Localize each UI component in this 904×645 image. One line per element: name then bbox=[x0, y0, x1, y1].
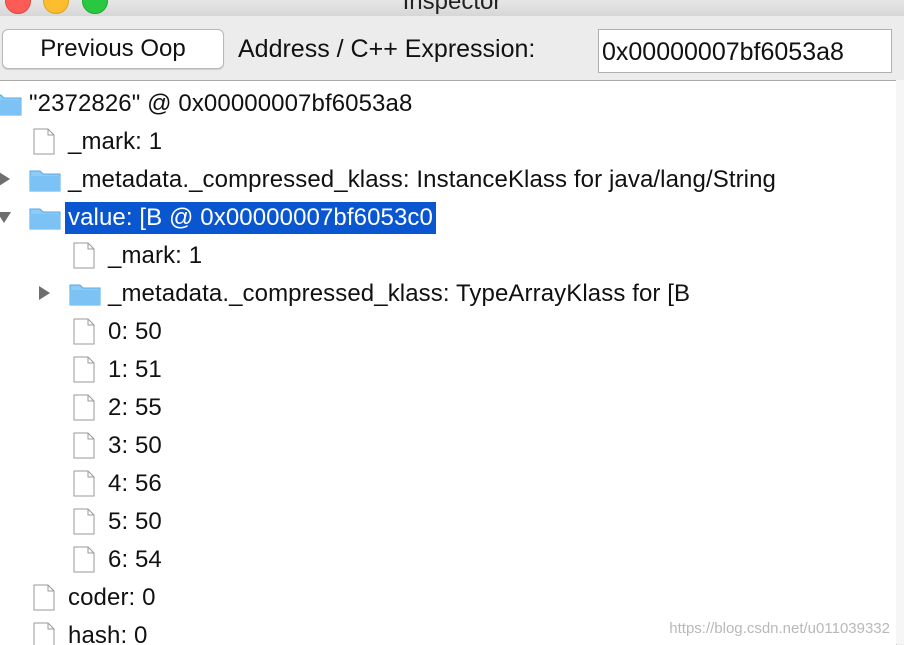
tree-row-element[interactable]: 0: 50 bbox=[0, 313, 896, 351]
watermark: https://blog.csdn.net/u011039332 bbox=[669, 620, 890, 637]
background-window-edge bbox=[896, 80, 904, 644]
tree-row-element[interactable]: 1: 51 bbox=[0, 351, 896, 389]
file-icon bbox=[33, 622, 55, 645]
triangle-right-icon[interactable] bbox=[0, 171, 12, 187]
object-tree[interactable]: "2372826" @ 0x00000007bf6053a8 _mark: 1 … bbox=[0, 80, 897, 645]
tree-row-root[interactable]: "2372826" @ 0x00000007bf6053a8 bbox=[0, 85, 896, 123]
file-icon bbox=[73, 508, 95, 535]
tree-row-element[interactable]: 5: 50 bbox=[0, 503, 896, 541]
tree-label-metadata: _metadata._compressed_klass: InstanceKla… bbox=[68, 166, 777, 193]
triangle-down-icon[interactable] bbox=[0, 209, 12, 225]
tree-label-element: 6: 54 bbox=[108, 546, 162, 573]
folder-icon bbox=[29, 170, 61, 192]
file-icon bbox=[73, 394, 95, 421]
tree-label-value: value: [B @ 0x00000007bf6053c0 bbox=[65, 202, 436, 234]
tree-row-element[interactable]: 2: 55 bbox=[0, 389, 896, 427]
folder-icon bbox=[29, 208, 61, 230]
folder-icon bbox=[69, 284, 101, 306]
tree-label-element: 5: 50 bbox=[108, 508, 162, 535]
tree-label-element: 4: 56 bbox=[108, 470, 162, 497]
file-icon bbox=[73, 356, 95, 383]
tree-label-coder: coder: 0 bbox=[68, 584, 156, 611]
tree-row-mark[interactable]: _mark: 1 bbox=[0, 123, 896, 161]
window-title: Inspector bbox=[402, 0, 502, 15]
file-icon bbox=[73, 470, 95, 497]
address-input[interactable]: 0x00000007bf6053a8 bbox=[598, 29, 892, 73]
tree-label-element: 0: 50 bbox=[108, 318, 162, 345]
previous-oop-button[interactable]: Previous Oop bbox=[2, 29, 224, 69]
tree-row-element[interactable]: 6: 54 bbox=[0, 541, 896, 579]
tree-row-value-mark[interactable]: _mark: 1 bbox=[0, 237, 896, 275]
tree-label-root: "2372826" @ 0x00000007bf6053a8 bbox=[29, 90, 413, 117]
tree-label-element: 2: 55 bbox=[108, 394, 162, 421]
triangle-right-icon[interactable] bbox=[36, 285, 52, 301]
tree-row-value-metadata[interactable]: _metadata._compressed_klass: TypeArrayKl… bbox=[0, 275, 896, 313]
tree-row-value[interactable]: value: [B @ 0x00000007bf6053c0 bbox=[0, 199, 896, 237]
file-icon bbox=[73, 318, 95, 345]
file-icon bbox=[73, 432, 95, 459]
tree-label-hash: hash: 0 bbox=[68, 622, 148, 645]
tree-label-mark: _mark: 1 bbox=[68, 128, 163, 155]
tree-label-value-metadata: _metadata._compressed_klass: TypeArrayKl… bbox=[108, 280, 691, 307]
file-icon bbox=[33, 128, 55, 155]
tree-label-element: 1: 51 bbox=[108, 356, 162, 383]
file-icon bbox=[73, 242, 95, 269]
title-bar: Inspector bbox=[0, 0, 904, 16]
tree-label-element: 3: 50 bbox=[108, 432, 162, 459]
file-icon bbox=[73, 546, 95, 573]
tree-row-element[interactable]: 3: 50 bbox=[0, 427, 896, 465]
folder-icon bbox=[0, 94, 22, 116]
toolbar: Previous Oop Address / C++ Expression: 0… bbox=[0, 16, 904, 80]
tree-row-metadata[interactable]: _metadata._compressed_klass: InstanceKla… bbox=[0, 161, 896, 199]
tree-row-element[interactable]: 4: 56 bbox=[0, 465, 896, 503]
file-icon bbox=[33, 584, 55, 611]
tree-row-coder[interactable]: coder: 0 bbox=[0, 579, 896, 617]
address-label: Address / C++ Expression: bbox=[238, 35, 536, 63]
tree-label-value-mark: _mark: 1 bbox=[108, 242, 203, 269]
